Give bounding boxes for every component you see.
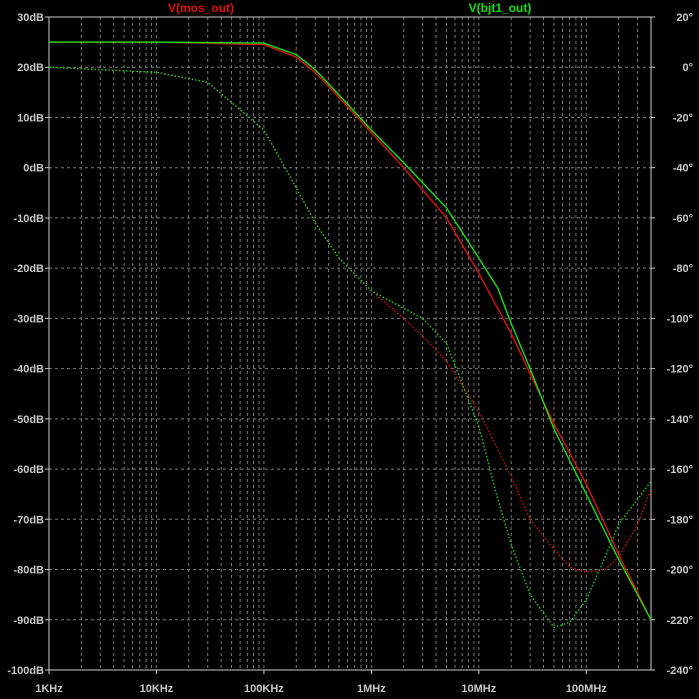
y-right-tick-label: -160°: [667, 464, 693, 476]
y-left-tick-label: -100dB: [7, 665, 44, 677]
x-tick-label: 10MHz: [461, 683, 496, 695]
y-left-tick-label: -10dB: [13, 213, 44, 225]
legend: V(mos_out) V(bjt1_out): [168, 1, 531, 15]
y-right-tick-label: 20°: [676, 12, 693, 24]
x-tick-label: 1KHz: [35, 683, 63, 695]
phase-series-line: [48, 66, 652, 629]
y-right-tick-label: -120°: [667, 364, 693, 376]
legend-entry: V(mos_out): [168, 1, 234, 15]
axes: [45, 16, 655, 674]
y-right-tick-label: -20°: [673, 112, 693, 124]
y-left-tick-label: -50dB: [13, 414, 44, 426]
y-left-tick-label: 10dB: [17, 112, 44, 124]
y-left-tick-label: -60dB: [13, 464, 44, 476]
y-right-tick-label: -80°: [673, 263, 693, 275]
y-left-tick-label: -90dB: [13, 615, 44, 627]
y-right-tick-label: -180°: [667, 514, 693, 526]
y-right-tick-label: -220°: [667, 615, 693, 627]
y-right-tick-label: 0°: [682, 62, 693, 74]
y-left-tick-label: -70dB: [13, 514, 44, 526]
y-left-tick-label: -30dB: [13, 313, 44, 325]
y-right-tick-label: -100°: [667, 313, 693, 325]
x-tick-label: 100MHz: [566, 683, 607, 695]
grid: [49, 17, 651, 670]
x-tick-label: 10KHz: [140, 683, 174, 695]
x-tick-label: 100KHz: [244, 683, 284, 695]
y-right-tick-label: -240°: [667, 665, 693, 677]
y-left-tick-label: -80dB: [13, 565, 44, 577]
phase-series-line: [48, 66, 652, 573]
bode-plot: 30dB 20dB 10dB 0dB -10dB -20dB -30dB -40dB -50dB…: [7, 1, 693, 695]
x-tick-label: 1MHz: [357, 683, 386, 695]
magnitude-series-line: [49, 41, 652, 621]
legend-entry: V(bjt1_out): [469, 1, 532, 15]
y-left-tick-label: 0dB: [23, 163, 44, 175]
y-right-tick-label: -140°: [667, 414, 693, 426]
y-right-tick-label: -200°: [667, 565, 693, 577]
y-left-tick-label: -20dB: [13, 263, 44, 275]
y-right-tick-label: -40°: [673, 163, 693, 175]
y-left-tick-label: 30dB: [17, 12, 44, 24]
y-left-tick-label: -40dB: [13, 364, 44, 376]
y-left-tick-label: 20dB: [17, 62, 44, 74]
magnitude-series-line: [49, 41, 652, 621]
y-right-tick-label: -60°: [673, 213, 693, 225]
series-layer: [48, 41, 652, 629]
plot-frame: [48, 16, 652, 671]
